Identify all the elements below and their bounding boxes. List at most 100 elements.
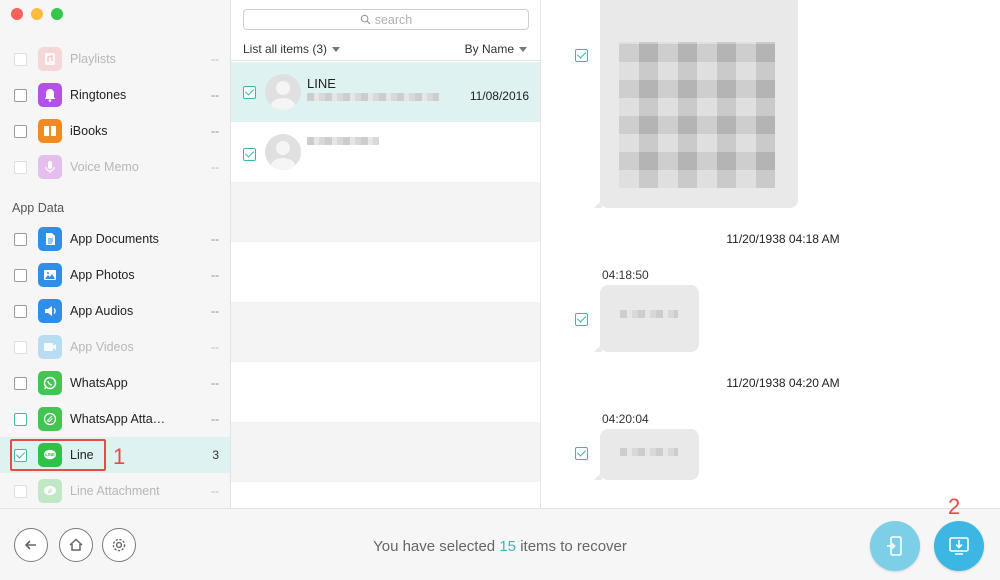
sidebar-item-count: 3 — [212, 448, 219, 462]
paperclip-icon — [38, 407, 62, 431]
message-time: 04:18:50 — [602, 268, 649, 282]
chevron-down-icon — [519, 46, 527, 52]
message-checkbox-checked[interactable] — [575, 313, 588, 326]
avatar — [265, 134, 301, 170]
message-pane: 11/20/1938 04:18 AM 04:18:50 11/20/1938 … — [541, 0, 1000, 508]
sidebar-item-label: WhatsApp — [70, 376, 128, 390]
checkbox[interactable] — [14, 268, 27, 282]
checkbox[interactable] — [14, 88, 27, 102]
bell-icon — [38, 83, 62, 107]
line-attachment-icon — [38, 479, 62, 503]
sidebar-item-line-attachment[interactable]: Line Attachment -- — [0, 473, 230, 508]
sidebar-item-label: App Photos — [70, 268, 135, 282]
sidebar-item-label: Voice Memo — [70, 160, 139, 174]
checkbox[interactable] — [14, 412, 27, 426]
maximize-window-button[interactable] — [51, 8, 63, 20]
status-prefix: You have selected — [373, 538, 496, 555]
sidebar-item-label: WhatsApp Atta… — [70, 412, 166, 426]
step2-label: 2 — [948, 494, 961, 519]
recover-to-computer-button[interactable] — [934, 521, 984, 571]
sidebar-item-playlists[interactable]: Playlists -- — [0, 41, 230, 77]
sidebar-item-count: -- — [211, 412, 219, 426]
sidebar-item-count: -- — [211, 52, 219, 66]
sidebar-item-app-audios[interactable]: App Audios -- — [0, 293, 230, 329]
search-placeholder: search — [374, 12, 413, 27]
minimize-window-button[interactable] — [31, 8, 43, 20]
sidebar-item-count: -- — [211, 484, 219, 498]
checkbox[interactable] — [14, 124, 27, 138]
avatar — [265, 74, 301, 110]
list-row-background — [231, 362, 540, 422]
video-icon — [38, 335, 62, 359]
step1-highlight — [10, 439, 106, 471]
sort-label: By Name — [464, 42, 514, 56]
sidebar-item-count: -- — [211, 160, 219, 174]
sidebar-item-label: Line Attachment — [70, 484, 160, 498]
chevron-down-icon — [332, 46, 341, 52]
bottom-bar: You have selected 15 items to recover — [0, 508, 1000, 580]
speaker-icon — [38, 299, 62, 323]
sidebar-item-app-documents[interactable]: App Documents -- — [0, 221, 230, 257]
sidebar-item-label: App Videos — [70, 340, 134, 354]
step1-label: 1 — [113, 444, 126, 469]
list-row-background — [231, 182, 540, 242]
checkbox[interactable] — [14, 52, 27, 66]
sidebar-item-count: -- — [211, 376, 219, 390]
filter-label: List all items (3) — [243, 42, 328, 56]
list-header: List all items (3) By Name — [231, 40, 540, 61]
checkbox[interactable] — [14, 160, 27, 174]
message-checkbox-checked[interactable] — [575, 49, 588, 62]
message-bubble[interactable] — [594, 429, 699, 480]
contact-list-panel: search List all items (3) By Name LINE 1… — [231, 0, 541, 508]
sidebar-item-voice-memo[interactable]: Voice Memo -- — [0, 149, 230, 185]
selection-status: You have selected 15 items to recover — [0, 538, 1000, 555]
sidebar-item-app-videos[interactable]: App Videos -- — [0, 329, 230, 365]
sidebar-item-count: -- — [211, 88, 219, 102]
checkbox[interactable] — [14, 484, 27, 498]
checkbox[interactable] — [14, 340, 27, 354]
checkbox[interactable] — [14, 232, 27, 246]
sidebar-item-label: Ringtones — [70, 88, 127, 102]
contact-row[interactable]: LINE 11/08/2016 — [231, 62, 540, 122]
message-checkbox-checked[interactable] — [575, 447, 588, 460]
checkbox-checked[interactable] — [243, 86, 256, 99]
sidebar-item-ibooks[interactable]: iBooks -- — [0, 113, 230, 149]
list-row-background — [231, 302, 540, 362]
sidebar-item-count: -- — [211, 304, 219, 318]
status-suffix: items to recover — [520, 538, 627, 555]
sort-dropdown[interactable]: By Name — [465, 42, 527, 56]
list-row-background — [231, 242, 540, 302]
redacted-text — [620, 310, 678, 318]
sidebar: Playlists -- Ringtones -- iBooks -- Voic… — [0, 0, 231, 508]
sidebar-item-app-photos[interactable]: App Photos -- — [0, 257, 230, 293]
sidebar-item-whatsapp[interactable]: WhatsApp -- — [0, 365, 230, 401]
sidebar-item-count: -- — [211, 124, 219, 138]
checkbox[interactable] — [14, 304, 27, 318]
playlist-icon — [38, 47, 62, 71]
contact-name: LINE — [307, 76, 336, 91]
filter-dropdown[interactable]: List all items (3) — [243, 42, 341, 56]
recover-to-computer-icon — [949, 537, 969, 555]
message-bubble-image[interactable] — [594, 0, 798, 208]
message-bubble[interactable] — [594, 285, 699, 352]
sidebar-item-label: iBooks — [70, 124, 108, 138]
redacted-preview — [307, 93, 439, 101]
sidebar-item-whatsapp-attachments[interactable]: WhatsApp Atta… -- — [0, 401, 230, 437]
contact-row[interactable] — [231, 122, 540, 182]
sidebar-item-ringtones[interactable]: Ringtones -- — [0, 77, 230, 113]
message-time: 04:20:04 — [602, 412, 649, 426]
selected-count: 15 — [499, 538, 517, 555]
search-input[interactable]: search — [243, 9, 529, 30]
contact-date: 11/08/2016 — [469, 89, 529, 103]
search-icon — [360, 14, 370, 25]
checkbox-checked[interactable] — [243, 148, 256, 161]
checkbox[interactable] — [14, 376, 27, 390]
close-window-button[interactable] — [11, 8, 23, 20]
redacted-text — [620, 448, 678, 456]
message-date: 11/20/1938 04:18 AM — [726, 232, 840, 246]
recover-to-device-button[interactable] — [870, 521, 920, 571]
list-row-background — [231, 422, 540, 482]
message-date: 11/20/1938 04:20 AM — [726, 376, 840, 390]
list-row-background — [231, 482, 540, 508]
document-icon — [38, 227, 62, 251]
